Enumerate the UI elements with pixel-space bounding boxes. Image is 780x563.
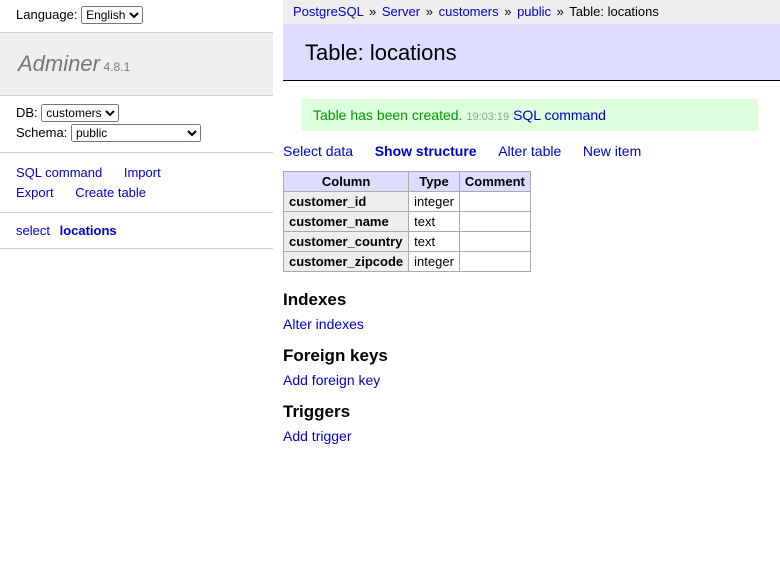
column-comment	[459, 232, 530, 252]
crumb-postgresql[interactable]: PostgreSQL	[293, 4, 363, 19]
tab-alter-table[interactable]: Alter table	[498, 143, 561, 159]
sidebar: Language: English Adminer 4.8.1 DB: cust…	[0, 0, 273, 249]
table-link-locations[interactable]: locations	[60, 223, 117, 238]
col-header-comment: Comment	[459, 172, 530, 192]
app-name: Adminer	[18, 51, 100, 76]
columns-table: Column Type Comment customer_idintegercu…	[283, 171, 531, 272]
tab-select-data[interactable]: Select data	[283, 143, 353, 159]
message-text: Table has been created.	[313, 107, 462, 123]
crumb-sep: »	[367, 4, 378, 19]
col-header-type: Type	[409, 172, 460, 192]
crumb-db[interactable]: customers	[439, 4, 499, 19]
nav-import[interactable]: Import	[124, 163, 161, 183]
column-name: customer_id	[284, 192, 409, 212]
column-comment	[459, 212, 530, 232]
db-schema-block: DB: customers Schema: public	[0, 96, 273, 153]
table-row: customer_countrytext	[284, 232, 531, 252]
crumb-current: Table: locations	[569, 4, 659, 19]
message-sql-link[interactable]: SQL command	[513, 107, 606, 123]
table-row: customer_nametext	[284, 212, 531, 232]
crumb-sep: »	[555, 4, 566, 19]
page-title: Table: locations	[283, 24, 780, 81]
language-select[interactable]: English	[81, 6, 143, 24]
add-foreign-key-link[interactable]: Add foreign key	[283, 372, 380, 388]
nav-sql-command[interactable]: SQL command	[16, 163, 102, 183]
nav-export[interactable]: Export	[16, 183, 54, 203]
column-comment	[459, 192, 530, 212]
tab-new-item[interactable]: New item	[583, 143, 641, 159]
app-version: 4.8.1	[104, 60, 131, 74]
breadcrumb: PostgreSQL » Server » customers » public…	[283, 0, 780, 24]
crumb-schema[interactable]: public	[517, 4, 551, 19]
table-row: customer_idinteger	[284, 192, 531, 212]
table-row: customer_zipcodeinteger	[284, 252, 531, 272]
db-label: DB:	[16, 105, 38, 120]
alter-indexes-link[interactable]: Alter indexes	[283, 316, 364, 332]
schema-label: Schema:	[16, 125, 67, 140]
column-name: customer_name	[284, 212, 409, 232]
schema-select[interactable]: public	[71, 124, 201, 142]
main-content: PostgreSQL » Server » customers » public…	[283, 0, 780, 444]
column-type: integer	[409, 252, 460, 272]
section-indexes: Indexes	[283, 290, 780, 310]
column-comment	[459, 252, 530, 272]
nav-create-table[interactable]: Create table	[75, 183, 146, 203]
db-select[interactable]: customers	[41, 104, 119, 122]
section-triggers: Triggers	[283, 402, 780, 422]
crumb-server[interactable]: Server	[382, 4, 420, 19]
column-name: customer_zipcode	[284, 252, 409, 272]
column-type: integer	[409, 192, 460, 212]
language-bar: Language: English	[0, 0, 273, 33]
language-label: Language:	[16, 7, 77, 22]
column-type: text	[409, 212, 460, 232]
add-trigger-link[interactable]: Add trigger	[283, 428, 351, 444]
crumb-sep: »	[502, 4, 513, 19]
success-message: Table has been created. 19:03:19 SQL com…	[301, 99, 758, 131]
message-time: 19:03:19	[466, 111, 509, 123]
table-tabs: Select data Show structure Alter table N…	[283, 143, 780, 167]
crumb-sep: »	[424, 4, 435, 19]
nav-links: SQL command Import Export Create table	[0, 153, 273, 213]
logo-block: Adminer 4.8.1	[0, 33, 273, 96]
column-type: text	[409, 232, 460, 252]
tables-list: select locations	[0, 213, 273, 249]
tab-show-structure[interactable]: Show structure	[375, 143, 477, 159]
section-foreign-keys: Foreign keys	[283, 346, 780, 366]
col-header-column: Column	[284, 172, 409, 192]
select-link[interactable]: select	[16, 223, 50, 238]
column-name: customer_country	[284, 232, 409, 252]
